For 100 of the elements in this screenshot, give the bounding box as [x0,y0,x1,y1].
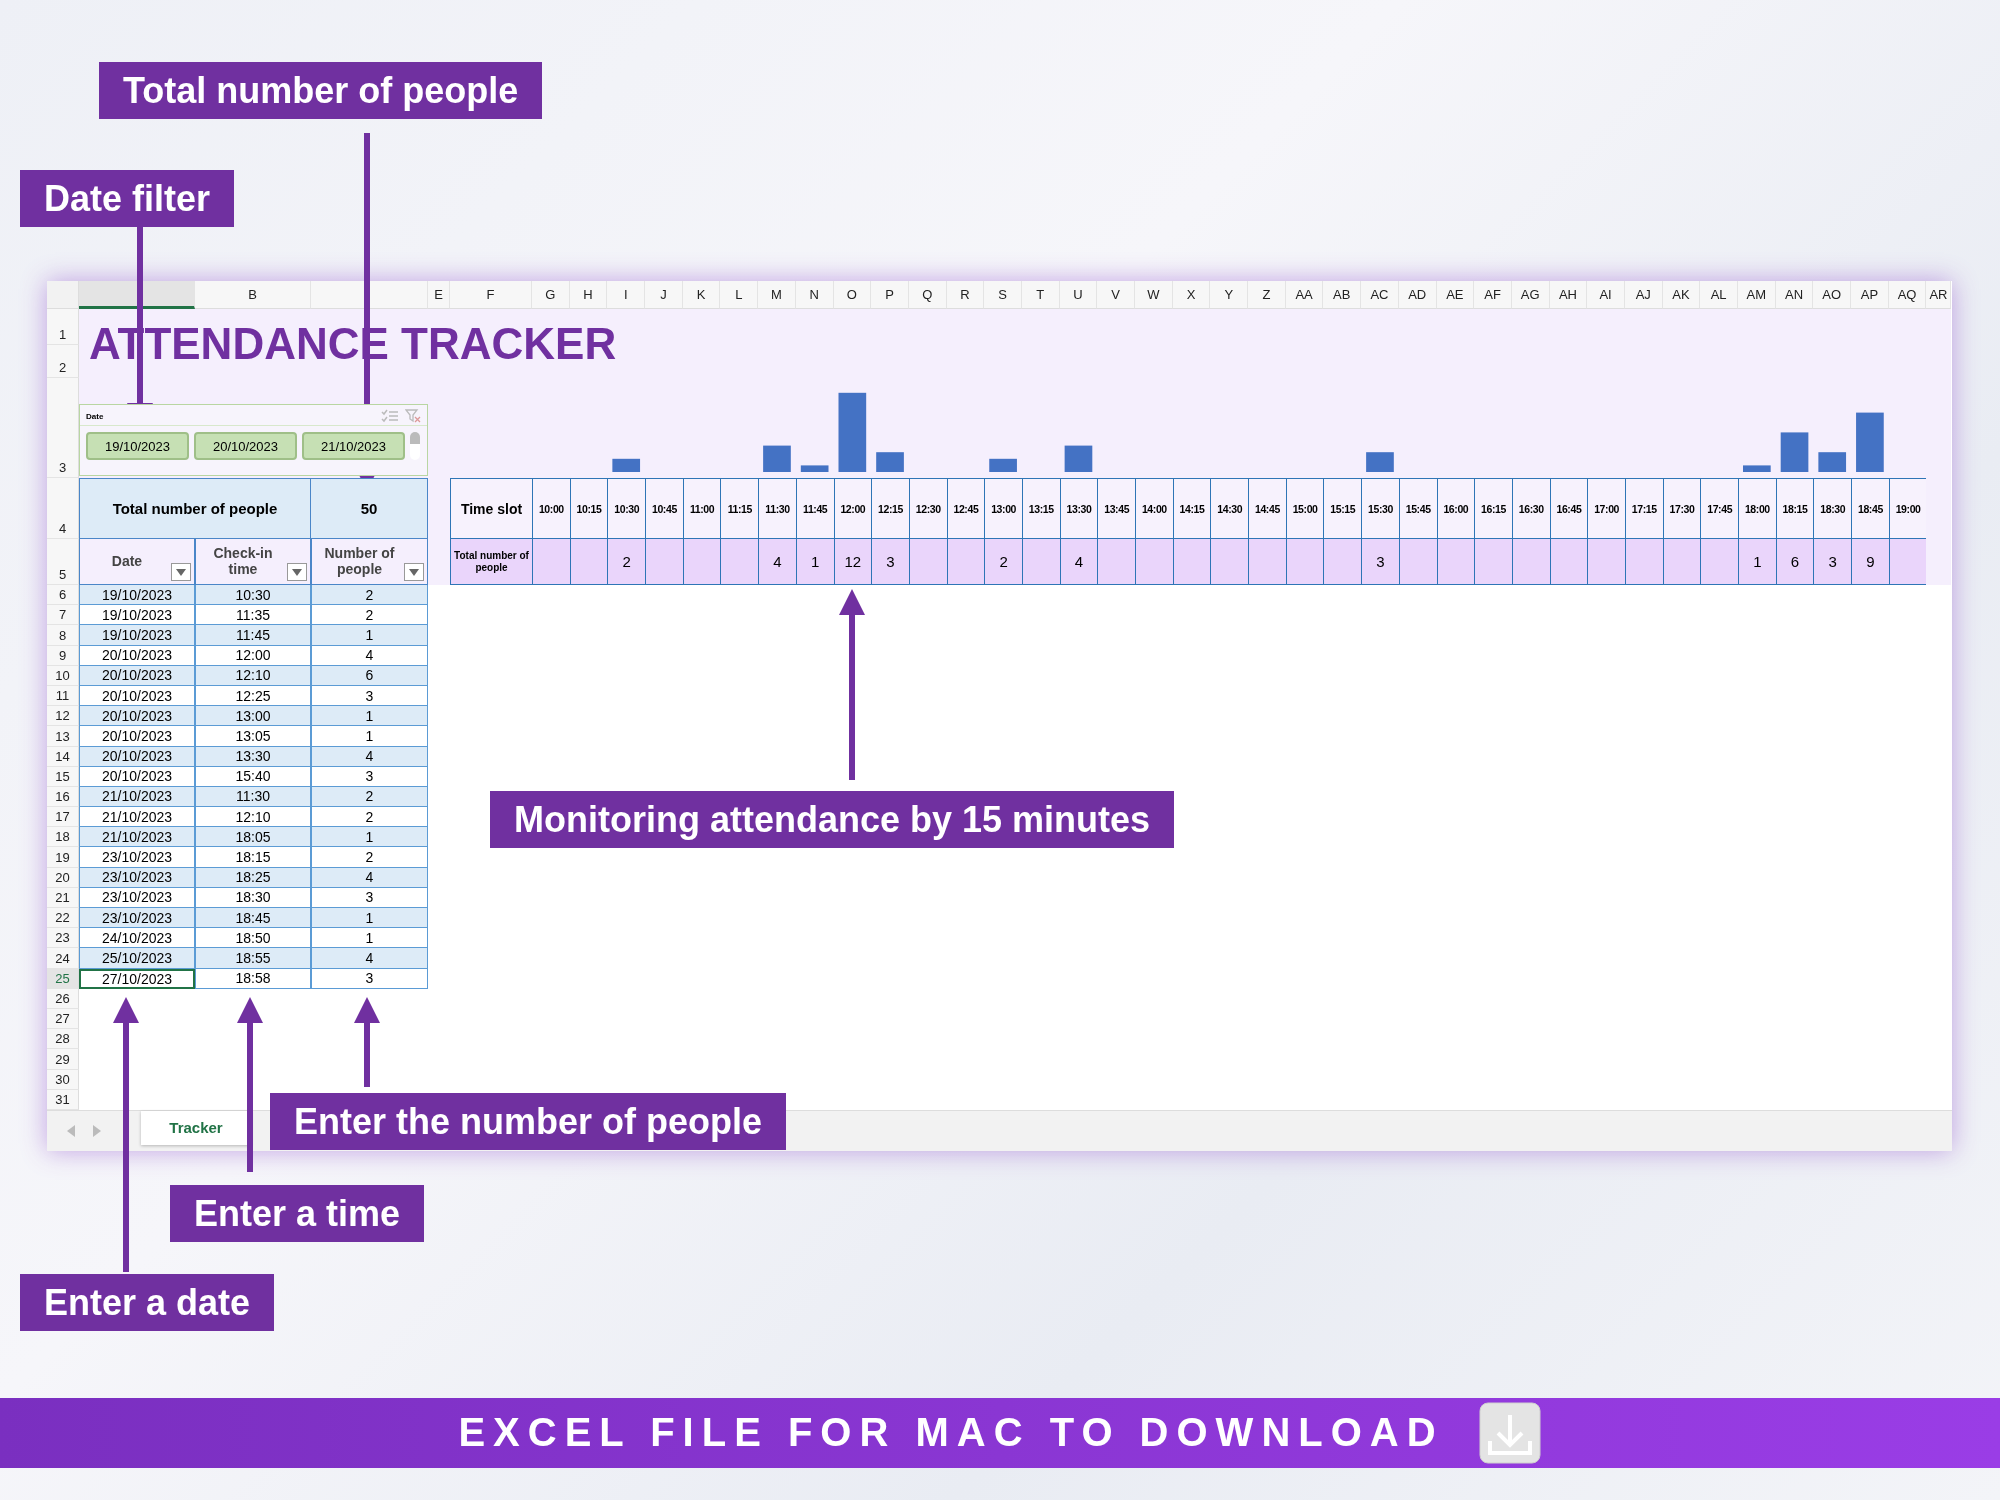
row-header[interactable]: 11 [47,685,79,707]
column-header[interactable]: R [946,281,985,309]
people-cell[interactable]: 1 [311,625,428,646]
column-header[interactable]: AC [1361,281,1399,309]
column-header[interactable]: M [758,281,796,309]
filter-button[interactable] [287,563,307,581]
time-cell[interactable]: 11:30 [195,786,311,808]
column-header[interactable]: AD [1398,281,1437,309]
slicer-date-button[interactable]: 21/10/2023 [302,432,405,460]
column-header[interactable]: N [795,281,834,309]
people-cell[interactable]: 4 [311,948,428,969]
row-header[interactable]: 18 [47,827,79,848]
row-header[interactable]: 27 [47,1008,79,1030]
time-cell[interactable]: 12:10 [195,665,311,686]
row-header[interactable]: 12 [47,706,79,727]
row-header[interactable]: 28 [47,1029,79,1050]
column-header[interactable]: L [720,281,759,309]
column-header[interactable]: I [607,281,646,309]
time-cell[interactable]: 13:30 [195,746,311,767]
row-header[interactable]: 26 [47,988,79,1009]
row-header[interactable]: 31 [47,1089,79,1110]
column-header[interactable]: AL [1700,281,1738,309]
row-header[interactable]: 20 [47,867,79,888]
row-header[interactable]: 4 [47,478,79,539]
date-cell[interactable]: 21/10/2023 [79,807,195,828]
column-header[interactable]: AF [1474,281,1512,309]
filter-button[interactable] [404,563,424,581]
row-header[interactable]: 23 [47,928,79,949]
download-icon[interactable] [1477,1400,1542,1465]
row-header[interactable]: 29 [47,1049,79,1070]
column-header[interactable]: AN [1775,281,1814,309]
row-header[interactable]: 10 [47,665,79,686]
row-header[interactable]: 17 [47,807,79,828]
date-cell[interactable]: 20/10/2023 [79,706,195,727]
column-header[interactable]: P [871,281,909,309]
column-header[interactable]: G [532,281,570,309]
date-cell[interactable]: 25/10/2023 [79,948,195,969]
column-header[interactable]: AI [1587,281,1625,309]
column-header[interactable]: J [645,281,683,309]
people-cell[interactable]: 1 [311,726,428,747]
row-header[interactable]: 3 [47,378,79,478]
column-header[interactable]: X [1172,281,1211,309]
row-header[interactable]: 21 [47,887,79,908]
column-header[interactable]: B [195,281,311,309]
row-header[interactable]: 8 [47,625,79,646]
time-cell[interactable]: 18:50 [195,928,311,949]
slicer-date-button[interactable]: 19/10/2023 [86,432,189,460]
row-header[interactable]: 15 [47,766,79,787]
column-header[interactable]: AJ [1624,281,1663,309]
row-header[interactable]: 2 [47,345,79,378]
row-header[interactable]: 5 [47,539,79,585]
time-cell[interactable]: 13:05 [195,726,311,747]
column-header[interactable]: AP [1851,281,1889,309]
people-cell[interactable]: 6 [311,665,428,686]
time-cell[interactable]: 18:58 [195,968,311,989]
column-header[interactable] [311,281,428,309]
people-cell[interactable]: 4 [311,645,428,666]
people-cell[interactable]: 3 [311,887,428,908]
people-cell[interactable]: 3 [311,685,428,707]
people-cell[interactable]: 1 [311,827,428,848]
column-header[interactable]: E [428,281,450,309]
date-cell[interactable]: 20/10/2023 [79,685,195,707]
time-cell[interactable]: 18:30 [195,887,311,908]
column-header[interactable]: AM [1738,281,1776,309]
time-cell[interactable]: 18:05 [195,827,311,848]
column-header[interactable]: T [1021,281,1060,309]
date-cell[interactable]: 21/10/2023 [79,786,195,808]
column-header[interactable]: Q [908,281,947,309]
row-header[interactable]: 19 [47,847,79,868]
time-cell[interactable]: 18:15 [195,847,311,868]
row-header[interactable]: 6 [47,585,79,606]
column-header[interactable]: F [450,281,532,309]
column-header[interactable]: H [569,281,608,309]
row-header[interactable]: 25 [47,968,79,989]
column-header[interactable]: V [1097,281,1135,309]
time-cell[interactable]: 15:40 [195,766,311,787]
row-header[interactable]: 24 [47,948,79,969]
time-cell[interactable]: 18:55 [195,948,311,969]
people-cell[interactable]: 2 [311,847,428,868]
people-cell[interactable]: 3 [311,968,428,989]
column-header[interactable]: AE [1436,281,1475,309]
row-header[interactable]: 9 [47,645,79,666]
people-cell[interactable]: 2 [311,807,428,828]
people-cell[interactable]: 2 [311,605,428,626]
column-header[interactable]: AA [1285,281,1324,309]
column-header[interactable]: S [984,281,1022,309]
people-cell[interactable]: 4 [311,867,428,888]
date-cell[interactable]: 23/10/2023 [79,887,195,908]
time-cell[interactable]: 18:25 [195,867,311,888]
date-cell[interactable]: 20/10/2023 [79,665,195,686]
time-cell[interactable]: 13:00 [195,706,311,727]
date-cell[interactable]: 19/10/2023 [79,605,195,626]
time-cell[interactable]: 18:45 [195,908,311,929]
row-header[interactable]: 16 [47,786,79,808]
row-header[interactable]: 14 [47,746,79,767]
column-header[interactable]: AH [1549,281,1588,309]
date-cell[interactable]: 23/10/2023 [79,908,195,929]
people-cell[interactable]: 3 [311,766,428,787]
date-cell[interactable]: 23/10/2023 [79,847,195,868]
column-header[interactable]: K [682,281,721,309]
